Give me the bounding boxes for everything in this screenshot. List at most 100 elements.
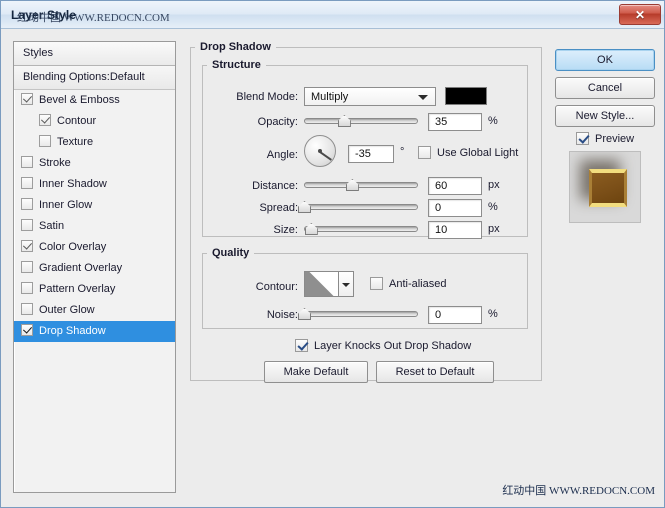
style-preview-thumbnail [569, 151, 641, 223]
blend-mode-select[interactable]: Multiply [304, 87, 436, 106]
style-enable-checkbox[interactable] [21, 219, 33, 231]
style-enable-checkbox[interactable] [21, 282, 33, 294]
angle-dial[interactable] [304, 135, 336, 167]
title-bar: Layer Style 红动中国 WWW.REDOCN.COM ✕ [1, 1, 664, 29]
dialog-actions-panel: OK Cancel New Style... Preview [553, 41, 657, 493]
style-row[interactable]: Pattern Overlay [14, 279, 175, 300]
style-row[interactable]: Color Overlay [14, 237, 175, 258]
blending-options-row[interactable]: Blending Options:Default [14, 66, 175, 90]
contour-label: Contour: [255, 281, 298, 293]
use-global-light-label[interactable]: Use Global Light [437, 147, 518, 159]
style-enable-checkbox[interactable] [21, 324, 33, 336]
style-enable-checkbox[interactable] [21, 261, 33, 273]
style-row[interactable]: Outer Glow [14, 300, 175, 321]
style-row-label: Satin [39, 220, 65, 232]
use-global-light-checkbox[interactable] [418, 146, 431, 159]
structure-group-title: Structure [212, 59, 261, 71]
close-button[interactable]: ✕ [619, 4, 661, 25]
style-enable-checkbox[interactable] [21, 303, 33, 315]
angle-input[interactable]: -35 [348, 145, 394, 163]
noise-unit: % [488, 308, 498, 320]
style-row-label: Contour [57, 115, 97, 127]
bottom-watermark: 红动中国 WWW.REDOCN.COM [502, 485, 655, 497]
opacity-slider[interactable] [304, 114, 418, 128]
layer-knocks-out-label[interactable]: Layer Knocks Out Drop Shadow [314, 340, 471, 352]
style-enable-checkbox[interactable] [39, 114, 51, 126]
style-row[interactable]: Stroke [14, 153, 175, 174]
angle-label: Angle: [266, 149, 298, 161]
size-unit: px [488, 223, 500, 235]
style-enable-checkbox[interactable] [39, 135, 51, 147]
style-row[interactable]: Inner Shadow [14, 174, 175, 195]
make-default-button[interactable]: Make Default [264, 361, 368, 383]
style-row[interactable]: Texture [14, 132, 175, 153]
angle-unit: ° [400, 146, 405, 158]
opacity-unit: % [488, 115, 498, 127]
spread-label: Spread: [259, 202, 298, 214]
style-row[interactable]: Contour [14, 111, 175, 132]
opacity-input[interactable]: 35 [428, 113, 482, 131]
style-row[interactable]: Satin [14, 216, 175, 237]
anti-aliased-checkbox[interactable] [370, 277, 383, 290]
style-row-label: Inner Shadow [39, 178, 107, 190]
noise-input[interactable]: 0 [428, 306, 482, 324]
layer-style-dialog: Layer Style 红动中国 WWW.REDOCN.COM ✕ Styles… [0, 0, 665, 508]
contour-dropdown-button[interactable] [339, 271, 354, 297]
blend-mode-value: Multiply [311, 91, 349, 103]
style-row-label: Inner Glow [39, 199, 93, 211]
style-row[interactable]: Drop Shadow [14, 321, 175, 342]
distance-input[interactable]: 60 [428, 177, 482, 195]
styles-list-panel: Styles Blending Options:Default Bevel & … [13, 41, 176, 493]
style-row-label: Drop Shadow [39, 325, 106, 337]
new-style-button[interactable]: New Style... [555, 105, 655, 127]
style-row[interactable]: Gradient Overlay [14, 258, 175, 279]
spread-slider[interactable] [298, 200, 418, 214]
reset-to-default-button[interactable]: Reset to Default [376, 361, 494, 383]
preview-checkbox[interactable] [576, 132, 589, 145]
layer-knocks-out-checkbox[interactable] [295, 339, 308, 352]
distance-slider[interactable] [304, 178, 418, 192]
size-input[interactable]: 10 [428, 221, 482, 239]
spread-input[interactable]: 0 [428, 199, 482, 217]
ok-button[interactable]: OK [555, 49, 655, 71]
styles-list-header: Styles [14, 42, 175, 66]
contour-preset-swatch[interactable] [304, 271, 339, 297]
distance-slider-track [304, 182, 418, 188]
preview-label[interactable]: Preview [595, 133, 634, 145]
style-row[interactable]: Inner Glow [14, 195, 175, 216]
blend-mode-label: Blend Mode: [236, 91, 298, 103]
style-enable-checkbox[interactable] [21, 240, 33, 252]
size-slider-track [304, 226, 418, 232]
preview-beveled-square [589, 169, 627, 207]
distance-slider-thumb[interactable] [345, 179, 359, 191]
style-enable-checkbox[interactable] [21, 156, 33, 168]
cancel-button[interactable]: Cancel [555, 77, 655, 99]
noise-slider-track [304, 311, 418, 317]
style-row-label: Texture [57, 136, 94, 148]
style-row-label: Outer Glow [39, 304, 95, 316]
chevron-down-icon [418, 95, 428, 100]
size-slider-thumb[interactable] [304, 223, 318, 235]
style-row-label: Pattern Overlay [39, 283, 116, 295]
style-enable-checkbox[interactable] [21, 93, 33, 105]
style-enable-checkbox[interactable] [21, 198, 33, 210]
style-row-label: Color Overlay [39, 241, 107, 253]
opacity-slider-thumb[interactable] [337, 115, 351, 127]
anti-aliased-label[interactable]: Anti-aliased [389, 278, 446, 290]
angle-dial-hub [318, 149, 322, 153]
distance-unit: px [488, 179, 500, 191]
size-slider[interactable] [304, 222, 418, 236]
contour-curve-graphic [305, 272, 338, 296]
style-row-label: Gradient Overlay [39, 262, 123, 274]
title-watermark: 红动中国 WWW.REDOCN.COM [17, 12, 170, 24]
style-enable-checkbox[interactable] [21, 177, 33, 189]
noise-label: Noise: [266, 309, 298, 321]
style-row[interactable]: Bevel & Emboss [14, 90, 175, 111]
shadow-color-swatch[interactable] [445, 87, 487, 105]
quality-group-title: Quality [212, 247, 250, 259]
noise-slider[interactable] [298, 307, 418, 321]
opacity-label: Opacity: [257, 116, 298, 128]
size-label: Size: [273, 224, 298, 236]
close-icon: ✕ [634, 7, 646, 22]
angle-dial-hand [319, 151, 332, 161]
